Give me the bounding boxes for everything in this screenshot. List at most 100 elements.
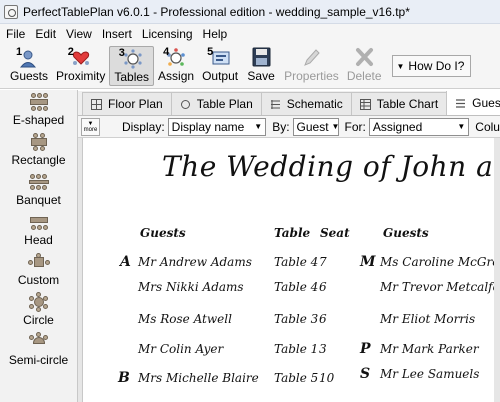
pencil-icon <box>304 49 321 66</box>
menu-file[interactable]: File <box>6 27 25 41</box>
more-label: more <box>83 126 98 133</box>
guests-button[interactable]: 1 Guests <box>6 46 52 86</box>
guest-table: Table 4 <box>274 280 319 294</box>
tab-table-plan[interactable]: Table Plan <box>170 92 262 115</box>
menu-licensing[interactable]: Licensing <box>142 27 193 41</box>
row-letter: S <box>360 366 371 382</box>
menu-insert[interactable]: Insert <box>102 27 132 41</box>
step-number: 5 <box>207 46 214 58</box>
delete-label: Delete <box>346 69 382 83</box>
for-label: For: <box>344 119 366 134</box>
chart-options-bar: ▼ more Display: Display name ▼ By: Guest… <box>78 116 500 138</box>
display-select[interactable]: Display name ▼ <box>167 117 267 136</box>
rectangle-table-icon <box>28 133 50 151</box>
table-chart-icon <box>359 98 371 110</box>
column-header-seat: Seat <box>320 226 350 240</box>
step-number: 1 <box>16 46 23 58</box>
menu-bar: File Edit View Insert Licensing Help <box>0 24 500 43</box>
tab-guest-chart[interactable]: Guest Chart <box>446 91 500 115</box>
tab-label: Table Plan <box>196 97 253 111</box>
how-do-i-label: How Do I? <box>408 59 465 73</box>
guest-seat: 7 <box>319 255 327 269</box>
row-letter: B <box>118 370 130 386</box>
column-header-table: Table <box>274 226 311 240</box>
list-icon <box>456 98 466 108</box>
save-button[interactable]: Save <box>242 46 280 86</box>
tab-floor-plan[interactable]: Floor Plan <box>82 92 172 115</box>
guests-label: Guests <box>10 69 49 83</box>
row-letter: M <box>360 254 376 270</box>
menu-help[interactable]: Help <box>203 27 228 41</box>
shape-label: Rectangle <box>11 153 66 167</box>
guest-seat: 10 <box>319 371 335 385</box>
display-label: Display: <box>121 119 165 134</box>
shape-custom[interactable]: Custom <box>0 250 77 290</box>
window-title: PerfectTablePlan v6.0.1 - Professional e… <box>23 4 410 19</box>
assign-button[interactable]: 4 Assign <box>154 46 198 86</box>
banquet-table-icon <box>28 173 50 191</box>
shape-head[interactable]: Head <box>0 210 77 250</box>
proximity-button[interactable]: 2 Proximity <box>52 46 109 86</box>
shape-label: E-shaped <box>12 113 65 127</box>
guest-name: Mrs Michelle Blaire <box>138 371 259 385</box>
dropdown-arrow-icon: ▼ <box>331 122 340 131</box>
column-header-guests-2: Guests <box>383 226 429 240</box>
title-bar: PerfectTablePlan v6.0.1 - Professional e… <box>0 0 500 24</box>
column-header-guests: Guests <box>140 226 186 240</box>
guest-table: Table 5 <box>274 371 319 385</box>
row-letter: P <box>360 341 371 357</box>
shape-e-shaped[interactable]: E-shaped <box>0 90 77 130</box>
save-label: Save <box>247 69 275 83</box>
output-button[interactable]: 5 Output <box>198 46 242 86</box>
grid-icon <box>91 98 102 110</box>
semi-circle-table-icon <box>28 332 50 351</box>
guest-name: Ms Rose Atwell <box>138 312 232 326</box>
how-do-i-button[interactable]: ▼ How Do I? <box>391 55 472 77</box>
vertical-scrollbar[interactable] <box>494 138 500 402</box>
properties-button[interactable]: Properties <box>280 46 343 86</box>
head-table-icon <box>28 213 50 231</box>
guest-table: Table 3 <box>274 312 319 326</box>
columns-label: Colu <box>475 119 500 134</box>
menu-edit[interactable]: Edit <box>35 27 56 41</box>
guest-name: Ms Caroline McGregor <box>380 255 500 269</box>
delete-button[interactable]: Delete <box>343 46 386 86</box>
tab-schematic[interactable]: Schematic <box>260 92 352 115</box>
table-shapes-sidebar: E-shaped Rectangle Banquet Head Custom C… <box>0 90 78 402</box>
view-tabs: Floor Plan Table Plan Schematic Table Ch… <box>78 91 500 116</box>
more-button[interactable]: ▼ more <box>81 117 100 136</box>
shape-label: Custom <box>17 273 60 287</box>
circle-table-icon <box>28 292 50 312</box>
circle-icon <box>180 99 190 109</box>
guest-seat: 6 <box>319 280 327 294</box>
proximity-label: Proximity <box>56 69 106 83</box>
guest-name: Mr Andrew Adams <box>138 255 252 269</box>
shape-rectangle[interactable]: Rectangle <box>0 130 77 170</box>
tables-button[interactable]: 3 Tables <box>109 46 155 86</box>
shape-circle[interactable]: Circle <box>0 290 77 330</box>
tab-label: Guest Chart <box>472 96 500 110</box>
tab-table-chart[interactable]: Table Chart <box>350 92 448 115</box>
by-value: Guest <box>296 119 329 134</box>
shape-semi-circle[interactable]: Semi-circle <box>0 330 77 370</box>
splitter-handle[interactable] <box>78 138 83 402</box>
tab-label: Table Chart <box>376 97 439 111</box>
by-select[interactable]: Guest ▼ <box>292 117 340 136</box>
main-toolbar: 1 Guests 2 Proximity 3 Tables 4 Assign 5… <box>0 43 500 89</box>
step-number: 2 <box>67 46 74 58</box>
tables-label: Tables <box>114 70 150 84</box>
guest-name: Mrs Nikki Adams <box>138 280 244 294</box>
shape-label: Circle <box>23 313 54 327</box>
dropdown-arrow-icon: ▼ <box>396 61 405 71</box>
for-select[interactable]: Assigned ▼ <box>368 117 470 136</box>
shape-banquet[interactable]: Banquet <box>0 170 77 210</box>
floppy-disk-icon <box>252 47 271 67</box>
e-shaped-table-icon <box>28 93 50 111</box>
output-label: Output <box>202 69 239 83</box>
shape-label: Banquet <box>16 193 61 207</box>
menu-view[interactable]: View <box>66 27 92 41</box>
app-logo-icon <box>4 4 18 19</box>
dropdown-arrow-icon: ▼ <box>254 122 263 131</box>
for-value: Assigned <box>372 119 423 134</box>
dropdown-arrow-icon: ▼ <box>457 122 466 131</box>
